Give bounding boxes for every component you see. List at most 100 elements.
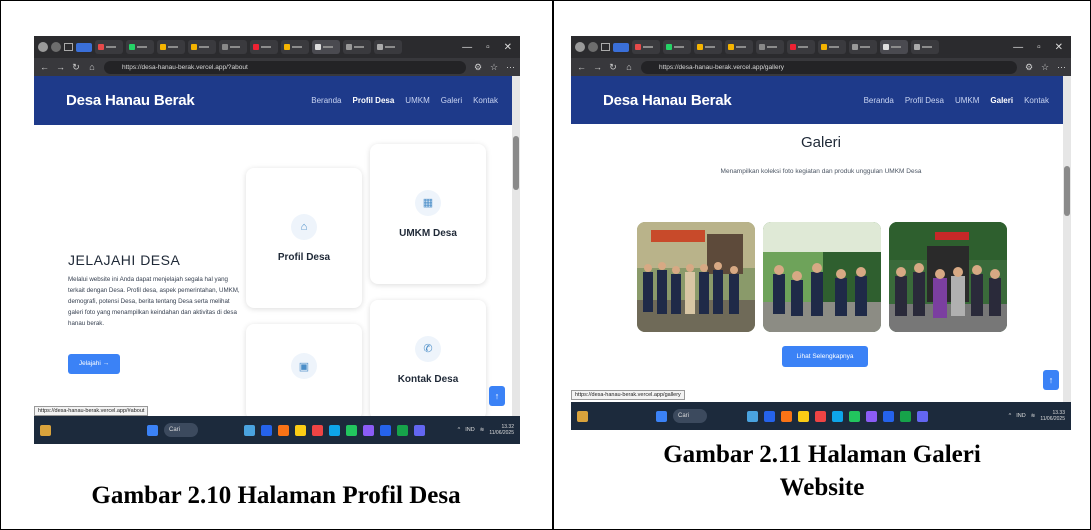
app-icon[interactable]	[917, 410, 928, 422]
app-icon[interactable]	[764, 410, 775, 422]
tab-badge[interactable]	[613, 42, 629, 52]
app-icon[interactable]	[261, 424, 272, 436]
browser-tab-active[interactable]	[312, 40, 340, 54]
back-icon[interactable]: ←	[577, 62, 586, 72]
app-icon[interactable]	[849, 410, 860, 422]
menu-galeri[interactable]: Galeri	[441, 96, 462, 105]
card-galeri[interactable]: ▣	[246, 324, 362, 420]
app-icon[interactable]	[363, 424, 374, 436]
app-icon[interactable]	[866, 410, 877, 422]
app-icon[interactable]	[346, 424, 357, 436]
close-icon[interactable]: ✕	[504, 42, 512, 53]
browser-tab-active[interactable]	[880, 40, 908, 54]
app-icon[interactable]	[414, 424, 425, 436]
minimize-icon[interactable]: —	[462, 42, 472, 53]
menu-beranda[interactable]: Beranda	[311, 96, 341, 105]
extensions-icon[interactable]: ⚙	[1025, 62, 1033, 73]
start-icon[interactable]	[656, 410, 667, 422]
gallery-photo[interactable]	[763, 222, 881, 332]
browser-tab[interactable]	[374, 40, 402, 54]
widgets-icon[interactable]	[577, 410, 588, 422]
menu-kontak[interactable]: Kontak	[1024, 96, 1049, 105]
browser-tab[interactable]	[95, 40, 123, 54]
url-input[interactable]: https://desa-hanau-berak.vercel.app/gall…	[641, 60, 1017, 74]
forward-icon[interactable]: →	[593, 62, 602, 72]
clock[interactable]: 13.33 11/06/2025	[1040, 410, 1065, 422]
scroll-top-button[interactable]: ↑	[489, 386, 505, 406]
clock[interactable]: 13.32 11/06/2025	[489, 424, 514, 436]
bookmark-icon[interactable]: ☆	[1041, 62, 1049, 73]
taskbar-search[interactable]: Cari	[164, 423, 198, 437]
menu-kontak[interactable]: Kontak	[473, 96, 498, 105]
browser-tab[interactable]	[849, 40, 877, 54]
file-explorer-icon[interactable]	[295, 424, 306, 436]
menu-umkm[interactable]: UMKM	[955, 96, 979, 105]
browser-tab[interactable]	[126, 40, 154, 54]
file-explorer-icon[interactable]	[798, 410, 809, 422]
browser-tab[interactable]	[911, 40, 939, 54]
tab-actions-icon[interactable]	[64, 43, 73, 51]
widgets-icon[interactable]	[40, 424, 51, 436]
card-kontak-desa[interactable]: ✆ Kontak Desa	[370, 300, 486, 420]
wifi-icon[interactable]: ≋	[480, 427, 485, 433]
app-icon[interactable]	[312, 424, 323, 436]
scroll-top-button[interactable]: ↑	[1043, 370, 1059, 390]
tab-actions-icon[interactable]	[601, 43, 610, 51]
site-brand[interactable]: Desa Hanau Berak	[66, 92, 195, 109]
app-icon[interactable]	[278, 424, 289, 436]
browser-tab[interactable]	[787, 40, 815, 54]
app-icon[interactable]	[815, 410, 826, 422]
edge-icon[interactable]	[329, 424, 340, 436]
extensions-icon[interactable]: ⚙	[474, 62, 482, 73]
browser-tab[interactable]	[632, 40, 660, 54]
menu-icon[interactable]: ⋯	[1057, 62, 1066, 73]
wifi-icon[interactable]: ≋	[1031, 413, 1036, 419]
maximize-icon[interactable]: ▫	[486, 42, 490, 53]
taskview-icon[interactable]	[244, 424, 255, 436]
minimize-icon[interactable]: —	[1013, 42, 1023, 53]
close-icon[interactable]: ✕	[1055, 42, 1063, 53]
word-icon[interactable]	[380, 424, 391, 436]
browser-tab[interactable]	[281, 40, 309, 54]
workspace-icon[interactable]	[51, 42, 61, 52]
chevron-up-icon[interactable]: ^	[1009, 413, 1012, 419]
gallery-photo[interactable]	[637, 222, 755, 332]
taskview-icon[interactable]	[747, 410, 758, 422]
profile-icon[interactable]	[38, 42, 48, 52]
browser-tab[interactable]	[694, 40, 722, 54]
menu-profil-desa[interactable]: Profil Desa	[905, 96, 944, 105]
menu-profil-desa[interactable]: Profil Desa	[353, 96, 395, 105]
profile-icon[interactable]	[575, 42, 585, 52]
menu-beranda[interactable]: Beranda	[864, 96, 894, 105]
maximize-icon[interactable]: ▫	[1037, 42, 1041, 53]
start-icon[interactable]	[147, 424, 158, 436]
gallery-photo[interactable]	[889, 222, 1007, 332]
browser-tab[interactable]	[343, 40, 371, 54]
browser-tab[interactable]	[250, 40, 278, 54]
menu-icon[interactable]: ⋯	[506, 62, 515, 73]
home-icon[interactable]: ⌂	[88, 62, 96, 72]
tab-badge[interactable]	[76, 42, 92, 52]
whatsapp-icon[interactable]	[397, 424, 408, 436]
browser-tab[interactable]	[188, 40, 216, 54]
browser-tab[interactable]	[663, 40, 691, 54]
edge-icon[interactable]	[832, 410, 843, 422]
browser-tab[interactable]	[818, 40, 846, 54]
workspace-icon[interactable]	[588, 42, 598, 52]
browser-tab[interactable]	[725, 40, 753, 54]
app-icon[interactable]	[781, 410, 792, 422]
menu-galeri[interactable]: Galeri	[990, 96, 1013, 105]
browser-tab[interactable]	[219, 40, 247, 54]
reload-icon[interactable]: ↻	[72, 62, 80, 73]
whatsapp-icon[interactable]	[900, 410, 911, 422]
browser-tab[interactable]	[157, 40, 185, 54]
back-icon[interactable]: ←	[40, 62, 49, 72]
taskbar-search[interactable]: Cari	[673, 409, 707, 423]
browser-tab[interactable]	[756, 40, 784, 54]
url-input[interactable]: https://desa-hanau-berak.vercel.app/?abo…	[104, 60, 466, 74]
card-profil-desa[interactable]: ⌂ Profil Desa	[246, 168, 362, 308]
menu-umkm[interactable]: UMKM	[405, 96, 429, 105]
card-umkm-desa[interactable]: ▦ UMKM Desa	[370, 144, 486, 284]
reload-icon[interactable]: ↻	[609, 62, 617, 73]
scrollbar-thumb[interactable]	[513, 136, 519, 190]
